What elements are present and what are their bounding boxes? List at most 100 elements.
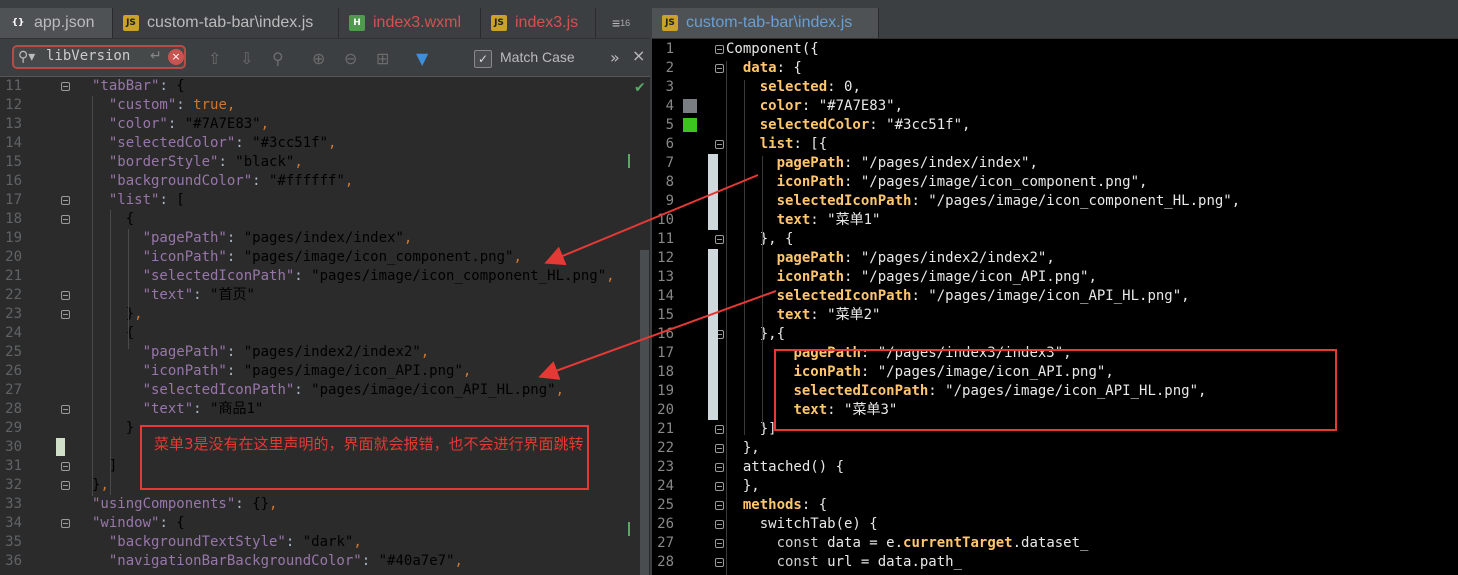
fold-marker-icon[interactable] [715,45,724,54]
fold-marker-icon[interactable] [715,235,724,244]
fold-marker-icon[interactable] [715,558,724,567]
left-scrollbar[interactable] [640,250,649,575]
code-line[interactable]: 15 "borderStyle": "black", [0,153,652,172]
code-line[interactable]: 13 iconPath: "/pages/image/icon_API.png"… [652,268,1458,287]
fold-marker-icon[interactable] [715,482,724,491]
code-line[interactable]: 13 "color": "#7A7E83", [0,115,652,134]
fold-marker-icon[interactable] [715,501,724,510]
fold-marker-icon[interactable] [61,196,70,205]
find-in-path-icon[interactable]: ⚲ [272,49,284,68]
fold-marker-icon[interactable] [61,215,70,224]
line-number: 24 [657,478,674,494]
code-line[interactable]: 27 const data = e.currentTarget.dataset_ [652,534,1458,553]
vcs-change-bar [708,154,718,230]
code-line[interactable]: 2 data: { [652,59,1458,78]
fold-marker-icon[interactable] [715,140,724,149]
code-line[interactable]: 16 },{ [652,325,1458,344]
fold-marker-icon[interactable] [61,462,70,471]
match-case-checkbox[interactable]: ✓ [474,50,492,68]
tab-index3-js[interactable]: JS index3.js [481,8,596,38]
fold-marker-icon[interactable] [715,463,724,472]
fold-marker-icon[interactable] [61,310,70,319]
code-line[interactable]: 25 methods: { [652,496,1458,515]
code-line[interactable]: 19 "pagePath": "pages/index/index", [0,229,652,248]
list-icon: ≡ [612,15,621,31]
code-line[interactable]: 26 "iconPath": "pages/image/icon_API.png… [0,362,652,381]
code-line[interactable]: 27 "selectedIconPath": "pages/image/icon… [0,381,652,400]
code-line[interactable]: 17 "list": [ [0,191,652,210]
line-number: 8 [665,174,674,190]
fold-marker-icon[interactable] [715,444,724,453]
search-input[interactable]: ⚲▾ libVersion ↵ × [12,45,186,69]
code-line[interactable]: 4 color: "#7A7E83", [652,97,1458,116]
code-line[interactable]: 18 { [0,210,652,229]
code-line[interactable]: 21 "selectedIconPath": "pages/image/icon… [0,267,652,286]
more-options-icon[interactable]: » [610,48,620,67]
tab-app-json[interactable]: {} app.json [0,8,113,38]
fold-marker-icon[interactable] [715,64,724,73]
code-line[interactable]: 14 selectedIconPath: "/pages/image/icon_… [652,287,1458,306]
code-line[interactable]: 14 "selectedColor": "#3cc51f", [0,134,652,153]
clear-search-icon[interactable]: × [168,49,184,65]
tab-custom-tab-bar-index-js[interactable]: JS custom-tab-bar\index.js [113,8,339,38]
color-swatch-green[interactable] [683,118,697,132]
fold-marker-icon[interactable] [61,405,70,414]
fold-marker-icon[interactable] [61,519,70,528]
code-line[interactable]: 11 }, { [652,230,1458,249]
filter-icon[interactable]: ▼ [416,49,428,68]
line-number: 22 [657,440,674,456]
code-line[interactable]: 15 text: "菜单2" [652,306,1458,325]
fold-marker-icon[interactable] [61,291,70,300]
code-line[interactable]: 23 }, [0,305,652,324]
code-text: "text": "首页" [142,287,255,303]
code-line[interactable]: 24 { [0,324,652,343]
right-code-area[interactable]: 1 Component({2 data: {3 selected: 0, 4 col… [652,39,1458,575]
code-line[interactable]: 11 "tabBar": { [0,77,652,96]
previous-occurrence-icon[interactable]: ⇧ [208,49,221,68]
select-all-occurrences-icon[interactable]: ⊞ [376,49,389,68]
code-line[interactable]: 12 "custom": true, [0,96,652,115]
line-number: 26 [5,363,22,379]
code-line[interactable]: 33 "usingComponents": {}, [0,495,652,514]
code-line[interactable]: 28 "text": "商品1" [0,400,652,419]
tab-index3-wxml[interactable]: H index3.wxml [339,8,481,38]
code-line[interactable]: 3 selected: 0, [652,78,1458,97]
code-line[interactable]: 20 "iconPath": "pages/image/icon_compone… [0,248,652,267]
code-line[interactable]: 12 pagePath: "/pages/index2/index2", [652,249,1458,268]
code-text: { [92,211,135,227]
fold-marker-icon[interactable] [61,82,70,91]
code-line[interactable]: 25 "pagePath": "pages/index2/index2", [0,343,652,362]
code-line[interactable]: 10 text: "菜单1" [652,211,1458,230]
code-line[interactable]: 36 "navigationBarBackgroundColor": "#40a… [0,552,652,571]
tab-right-custom-tab-bar-index-js[interactable]: JS custom-tab-bar\index.js [652,8,879,38]
code-line[interactable]: 9 selectedIconPath: "/pages/image/icon_c… [652,192,1458,211]
code-line[interactable]: 22 }, [652,439,1458,458]
code-text: data: { [742,60,802,76]
line-number: 9 [665,193,674,209]
next-occurrence-icon[interactable]: ⇩ [240,49,253,68]
tab-overflow-button[interactable]: ≡ 16 [612,8,650,38]
code-text: switchTab(e) { [759,516,878,532]
code-line[interactable]: 35 "backgroundTextStyle": "dark", [0,533,652,552]
close-search-icon[interactable]: × [632,46,645,65]
code-line[interactable]: 26 switchTab(e) { [652,515,1458,534]
add-selection-icon[interactable]: ⊕ [312,49,325,68]
color-swatch-gray[interactable] [683,99,697,113]
fold-marker-icon[interactable] [715,539,724,548]
code-line[interactable]: 24 }, [652,477,1458,496]
code-line[interactable]: 1 Component({ [652,40,1458,59]
code-line[interactable]: 8 iconPath: "/pages/image/icon_component… [652,173,1458,192]
fold-marker-icon[interactable] [61,481,70,490]
remove-selection-icon[interactable]: ⊖ [344,49,357,68]
code-line[interactable]: 22 "text": "首页" [0,286,652,305]
code-line[interactable]: 7 pagePath: "/pages/index/index", [652,154,1458,173]
code-line[interactable]: 28 const url = data.path_ [652,553,1458,572]
code-line[interactable]: 6 list: [{ [652,135,1458,154]
code-line[interactable]: 5 selectedColor: "#3cc51f", [652,116,1458,135]
fold-marker-icon[interactable] [715,425,724,434]
left-code-area[interactable]: 11 "tabBar": {12 "custom": true, 13 "color… [0,77,652,575]
code-line[interactable]: 34 "window": { [0,514,652,533]
fold-marker-icon[interactable] [715,520,724,529]
code-line[interactable]: 23 attached() { [652,458,1458,477]
code-line[interactable]: 16 "backgroundColor": "#ffffff", [0,172,652,191]
